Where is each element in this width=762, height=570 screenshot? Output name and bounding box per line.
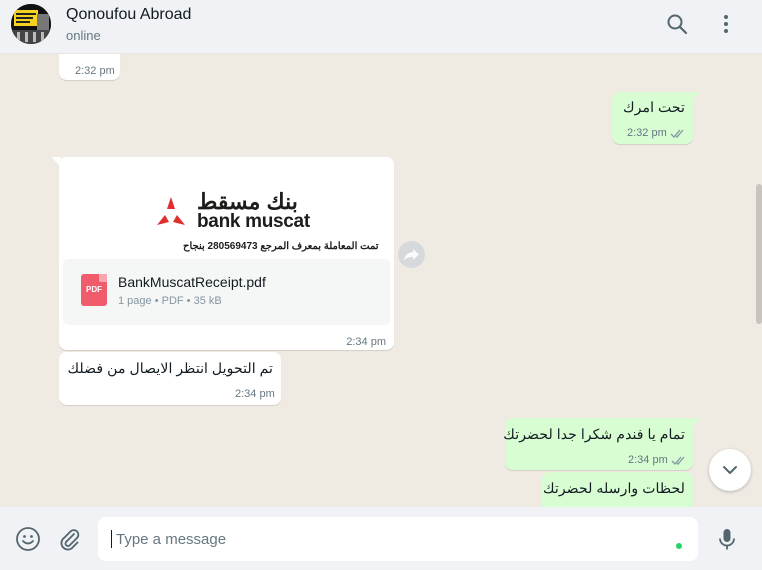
message-input[interactable] — [98, 517, 698, 561]
chat-scrollbar[interactable] — [756, 54, 762, 507]
message-text: تم التحويل انتظر الايصال من فضلك — [67, 361, 273, 377]
document-message[interactable]: بنك مسقط bank muscat تمت المعاملة بمعرف … — [59, 157, 394, 350]
contact-status: online — [66, 28, 101, 43]
text-caret — [111, 530, 112, 548]
contact-avatar[interactable] — [11, 4, 51, 44]
search-icon[interactable] — [665, 12, 689, 36]
message-text: تحت امرك — [622, 100, 685, 116]
message-outgoing[interactable]: لحظات وارسله لحضرتك — [542, 472, 693, 507]
chat-header: Qonoufou Abroad online — [0, 0, 762, 54]
forward-icon — [404, 249, 419, 261]
document-meta: 1 page • PDF • 35 kB — [118, 295, 222, 307]
document-card[interactable]: PDF BankMuscatReceipt.pdf 1 page • PDF •… — [63, 259, 390, 325]
contact-name[interactable]: Qonoufou Abroad — [66, 6, 191, 24]
document-filename: BankMuscatReceipt.pdf — [118, 274, 266, 290]
message-time: 2:34 pm — [346, 336, 386, 348]
message-text: تمام يا فندم شكرا جدا لحضرتك — [503, 427, 685, 443]
pdf-file-icon: PDF — [81, 274, 107, 306]
message-time: 2:34 pm — [235, 388, 275, 400]
bank-muscat-logo-icon — [157, 197, 185, 225]
message-time: 2:34 pm — [628, 454, 668, 466]
status-dot — [676, 543, 682, 549]
chevron-down-icon — [723, 466, 737, 474]
scroll-to-bottom-button[interactable] — [709, 449, 751, 491]
microphone-icon[interactable] — [714, 526, 740, 552]
scrollbar-thumb[interactable] — [756, 184, 762, 324]
forward-button[interactable] — [398, 241, 425, 268]
emoji-icon[interactable] — [15, 526, 41, 552]
message-incoming[interactable]: 2:32 pm — [59, 54, 120, 80]
message-outgoing[interactable]: تمام يا فندم شكرا جدا لحضرتك 2:34 pm — [503, 418, 693, 470]
message-incoming[interactable]: تم التحويل انتظر الايصال من فضلك 2:34 pm — [59, 352, 281, 405]
bubble-tail — [690, 92, 700, 102]
menu-icon[interactable] — [714, 12, 738, 36]
message-outgoing[interactable]: تحت امرك 2:32 pm — [612, 92, 693, 144]
attach-icon[interactable] — [56, 526, 82, 552]
message-time: 2:32 pm — [627, 127, 667, 139]
message-text: لحظات وارسله لحضرتك — [542, 481, 685, 497]
transaction-reference: تمت المعاملة بمعرف المرجع 280569473 بنجا… — [183, 241, 379, 252]
chat-area[interactable]: 2:32 pm تحت امرك 2:32 pm بنك مسقط bank m… — [0, 54, 762, 507]
composer-bar — [0, 507, 762, 570]
bank-name-latin: bank muscat — [197, 211, 310, 232]
read-receipt-icon — [670, 127, 686, 138]
read-receipt-icon — [671, 454, 687, 465]
message-time: 2:32 pm — [75, 65, 115, 77]
document-preview[interactable]: بنك مسقط bank muscat تمت المعاملة بمعرف … — [63, 161, 390, 257]
